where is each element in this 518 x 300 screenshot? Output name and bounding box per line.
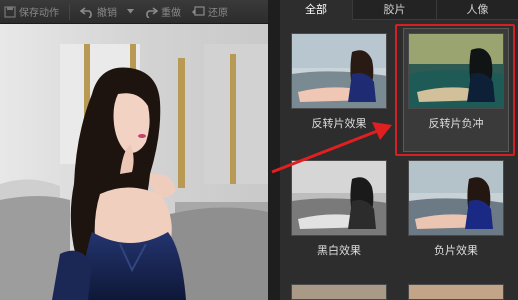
restore-button[interactable]: 还原 xyxy=(191,4,228,19)
effect-label: 黑白效果 xyxy=(317,244,361,257)
effect-thumbnail xyxy=(291,33,387,109)
effect-label: 负片效果 xyxy=(434,244,478,257)
save-action-label: 保存动作 xyxy=(19,8,59,19)
undo-icon xyxy=(80,6,94,18)
redo-button[interactable]: 重做 xyxy=(144,4,181,19)
tab-film[interactable]: 胶片 xyxy=(352,0,436,20)
dropdown-icon xyxy=(127,9,134,14)
photo-canvas[interactable] xyxy=(0,24,268,300)
save-action-icon xyxy=(4,5,16,18)
edited-photo xyxy=(0,24,268,300)
save-action-button[interactable]: 保存动作 xyxy=(4,4,59,19)
redo-label: 重做 xyxy=(161,8,181,19)
effect-thumbnail xyxy=(408,284,504,300)
effect-category-tabs: 全部 胶片 人像 xyxy=(280,0,518,20)
effect-item-next-row[interactable] xyxy=(408,284,504,300)
effect-item-reversal-film[interactable]: 反转片效果 xyxy=(291,33,387,133)
effect-item-reversal-film-push[interactable]: 反转片负冲 xyxy=(408,33,504,133)
restore-label: 还原 xyxy=(208,8,228,19)
restore-icon xyxy=(191,5,205,18)
edit-toolbar: 保存动作 撤销 重做 还原 xyxy=(0,0,268,24)
effect-thumbnail xyxy=(408,33,504,109)
tab-portrait[interactable]: 人像 xyxy=(436,0,518,20)
effect-thumbnail xyxy=(291,284,387,300)
effect-label: 反转片负冲 xyxy=(428,117,484,130)
panel-divider xyxy=(268,0,280,300)
undo-dropdown[interactable] xyxy=(127,9,134,14)
effect-item-negative[interactable]: 负片效果 xyxy=(408,160,504,260)
effect-label: 反转片效果 xyxy=(311,117,367,130)
tab-all[interactable]: 全部 xyxy=(280,0,352,20)
toolbar-divider xyxy=(69,3,70,20)
effect-item-next-row[interactable] xyxy=(291,284,387,300)
redo-icon xyxy=(144,6,158,18)
effect-thumbnail xyxy=(291,160,387,236)
effect-item-black-white[interactable]: 黑白效果 xyxy=(291,160,387,260)
undo-button[interactable]: 撤销 xyxy=(80,4,117,19)
undo-label: 撤销 xyxy=(97,8,117,19)
effect-thumbnail xyxy=(408,160,504,236)
